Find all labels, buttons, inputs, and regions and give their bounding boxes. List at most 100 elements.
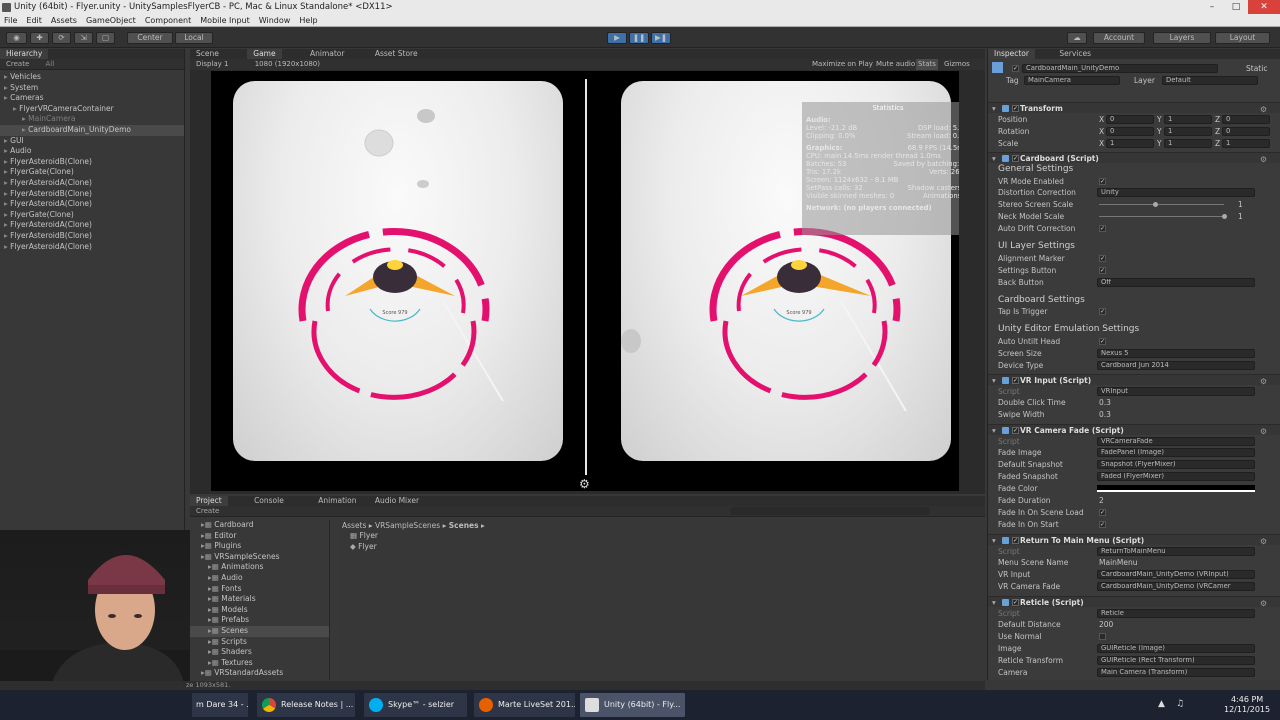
taskbar-item-firefox[interactable]: Marte LiveSet 201... <box>474 693 575 717</box>
hierarchy-item[interactable]: ▸ FlyerAsteroidB(Clone) <box>0 157 184 168</box>
hierarchy-item[interactable]: ▸ CardboardMain_UnityDemo <box>0 124 184 136</box>
close-icon[interactable]: ✕ <box>1248 0 1280 14</box>
fold-arrow-icon[interactable]: ▾ <box>992 375 996 386</box>
project-create-button[interactable]: Create <box>196 507 219 515</box>
transform-y-field[interactable]: 1 <box>1164 115 1212 124</box>
tab-animator[interactable]: Animator <box>304 49 350 59</box>
maximize-on-play-toggle[interactable]: Maximize on Play <box>812 59 873 70</box>
tag-dropdown[interactable]: MainCamera <box>1024 76 1120 85</box>
tab-audio-mixer[interactable]: Audio Mixer <box>369 496 425 506</box>
stereo-screen-scale-slider-thumb[interactable] <box>1153 202 1159 207</box>
transform-x-field[interactable]: 1 <box>1106 139 1154 148</box>
project-folder-item[interactable]: ▸▦ Materials <box>190 594 329 605</box>
hierarchy-create-button[interactable]: Create <box>6 60 29 68</box>
fade-image-field[interactable]: FadePanel (Image) <box>1097 448 1255 457</box>
faded-snapshot-field[interactable]: Faded (FlyerMixer) <box>1097 472 1255 481</box>
settings-button-checkbox[interactable]: ✓ <box>1099 267 1106 274</box>
tab-project[interactable]: Project <box>190 496 228 506</box>
tray-volume-icon[interactable]: ♫ <box>1176 699 1184 709</box>
return-menu-script-field[interactable]: ReturnToMainMenu <box>1097 547 1255 556</box>
swipe-width-value[interactable]: 0.3 <box>1099 409 1111 420</box>
reticle-camera-field[interactable]: Main Camera (Transform) <box>1097 668 1255 677</box>
hand-tool-icon[interactable]: ◉ <box>6 32 27 44</box>
hierarchy-item[interactable]: ▸ FlyerAsteroidB(Clone) <box>0 189 184 200</box>
minimize-icon[interactable]: – <box>1200 0 1224 14</box>
auto-untilt-head-checkbox[interactable]: ✓ <box>1099 338 1106 345</box>
layer-dropdown[interactable]: Default <box>1162 76 1258 85</box>
tab-game[interactable]: Game <box>247 49 282 59</box>
fade-color-swatch[interactable] <box>1097 485 1255 492</box>
project-folder-item[interactable]: ▸▦ Plugins <box>190 541 329 552</box>
account-dropdown[interactable]: Account <box>1093 32 1145 44</box>
display-select[interactable]: Display 1 <box>196 60 228 68</box>
pivot-local-button[interactable]: Local <box>175 32 213 44</box>
menu-window[interactable]: Window <box>259 14 291 26</box>
menu-gameobject[interactable]: GameObject <box>86 14 136 26</box>
project-folder-item[interactable]: ▸▦ Animations <box>190 562 329 573</box>
reticle-transform-field[interactable]: GUIReticle (Rect Transform) <box>1097 656 1255 665</box>
reticle-script-field[interactable]: Reticle <box>1097 609 1255 618</box>
hierarchy-item[interactable]: ▸ Vehicles <box>0 72 184 83</box>
alignment-marker-checkbox[interactable]: ✓ <box>1099 255 1106 262</box>
menu-mobile-input[interactable]: Mobile Input <box>200 14 250 26</box>
transform-z-field[interactable]: 0 <box>1222 115 1270 124</box>
hierarchy-item[interactable]: ▸ FlyerAsteroidA(Clone) <box>0 178 184 189</box>
pause-button[interactable]: ❚❚ <box>629 32 649 44</box>
default-distance-value[interactable]: 200 <box>1099 619 1113 630</box>
hierarchy-item[interactable]: ▸ FlyerGate(Clone) <box>0 167 184 178</box>
step-button[interactable]: ▶❚ <box>651 32 671 44</box>
neck-model-scale-slider[interactable] <box>1099 216 1224 217</box>
hierarchy-item[interactable]: ▸ FlyerAsteroidB(Clone) <box>0 231 184 242</box>
component-enabled-checkbox[interactable]: ✓ <box>1012 537 1019 544</box>
hierarchy-item[interactable]: ▸ Audio <box>0 146 184 157</box>
project-folder-item[interactable]: ▸▦ Models <box>190 605 329 616</box>
distortion-correction-field[interactable]: Unity <box>1097 188 1255 197</box>
tab-hierarchy[interactable]: Hierarchy <box>0 49 49 59</box>
tab-animation[interactable]: Animation <box>312 496 362 506</box>
static-toggle[interactable]: Static <box>1246 63 1267 74</box>
tab-console[interactable]: Console <box>248 496 290 506</box>
project-folder-item[interactable]: ▸▦ Audio <box>190 573 329 584</box>
vr-game-render[interactable]: Score 979 ⚙ Score 979 Statistics Audio: <box>211 71 959 491</box>
asset-item-flyer-scene[interactable]: ◆ Flyer <box>338 542 985 553</box>
rect-tool-icon[interactable]: ▢ <box>96 32 115 44</box>
move-tool-icon[interactable]: ✚ <box>30 32 49 44</box>
breadcrumb-scenes[interactable]: Scenes <box>449 521 479 530</box>
fold-arrow-icon[interactable]: ▾ <box>992 153 996 164</box>
fade-in-on-scene-load-checkbox[interactable]: ✓ <box>1099 509 1106 516</box>
project-folder-item[interactable]: ▸▦ VRSampleScenes <box>190 552 329 563</box>
gizmos-dropdown[interactable]: Gizmos <box>944 59 970 70</box>
project-folder-item[interactable]: ▸▦ Shaders <box>190 647 329 658</box>
hierarchy-item[interactable]: ▸ FlyerAsteroidA(Clone) <box>0 199 184 210</box>
transform-x-field[interactable]: 0 <box>1106 115 1154 124</box>
fold-arrow-icon[interactable]: ▾ <box>992 535 996 546</box>
stats-toggle[interactable]: Stats <box>916 59 938 70</box>
project-folder-item[interactable]: ▸▦ VRStandardAssets <box>190 668 329 679</box>
hierarchy-item[interactable]: ▸ FlyerAsteroidA(Clone) <box>0 220 184 231</box>
component-enabled-checkbox[interactable]: ✓ <box>1012 599 1019 606</box>
menu-help[interactable]: Help <box>299 14 317 26</box>
return-vr-camera-fade-field[interactable]: CardboardMain_UnityDemo (VRCamer <box>1097 582 1255 591</box>
project-folder-item[interactable]: ▸▦ Fonts <box>190 584 329 595</box>
breadcrumb-assets[interactable]: Assets <box>342 521 366 530</box>
tab-asset-store[interactable]: Asset Store <box>369 49 424 59</box>
component-enabled-checkbox[interactable]: ✓ <box>1012 155 1019 162</box>
project-folder-item[interactable]: ▸▦ Cardboard <box>190 520 329 531</box>
transform-z-field[interactable]: 0 <box>1222 127 1270 136</box>
taskbar-item-skype[interactable]: Skype™ - selzier <box>364 693 467 717</box>
project-folder-item[interactable]: ▸▦ Scripts <box>190 637 329 648</box>
breadcrumb-vrsamplescenes[interactable]: VRSampleScenes <box>375 521 440 530</box>
hierarchy-item[interactable]: ▸ GUI <box>0 136 184 147</box>
component-enabled-checkbox[interactable]: ✓ <box>1012 377 1019 384</box>
taskbar-item-unity[interactable]: Unity (64bit) - Fly... <box>580 693 685 717</box>
menu-file[interactable]: File <box>4 14 17 26</box>
hierarchy-search-input[interactable]: All <box>46 60 55 68</box>
fold-arrow-icon[interactable]: ▾ <box>992 103 996 114</box>
transform-x-field[interactable]: 0 <box>1106 127 1154 136</box>
use-normal-checkbox[interactable] <box>1099 633 1106 640</box>
hierarchy-item[interactable]: ▸ FlyerVRCameraContainer <box>0 104 184 115</box>
maximize-icon[interactable]: □ <box>1224 0 1248 14</box>
reticle-image-field[interactable]: GUIReticle (Image) <box>1097 644 1255 653</box>
hierarchy-item[interactable]: ▸ MainCamera <box>0 114 184 125</box>
hierarchy-item[interactable]: ▸ FlyerAsteroidA(Clone) <box>0 242 184 253</box>
